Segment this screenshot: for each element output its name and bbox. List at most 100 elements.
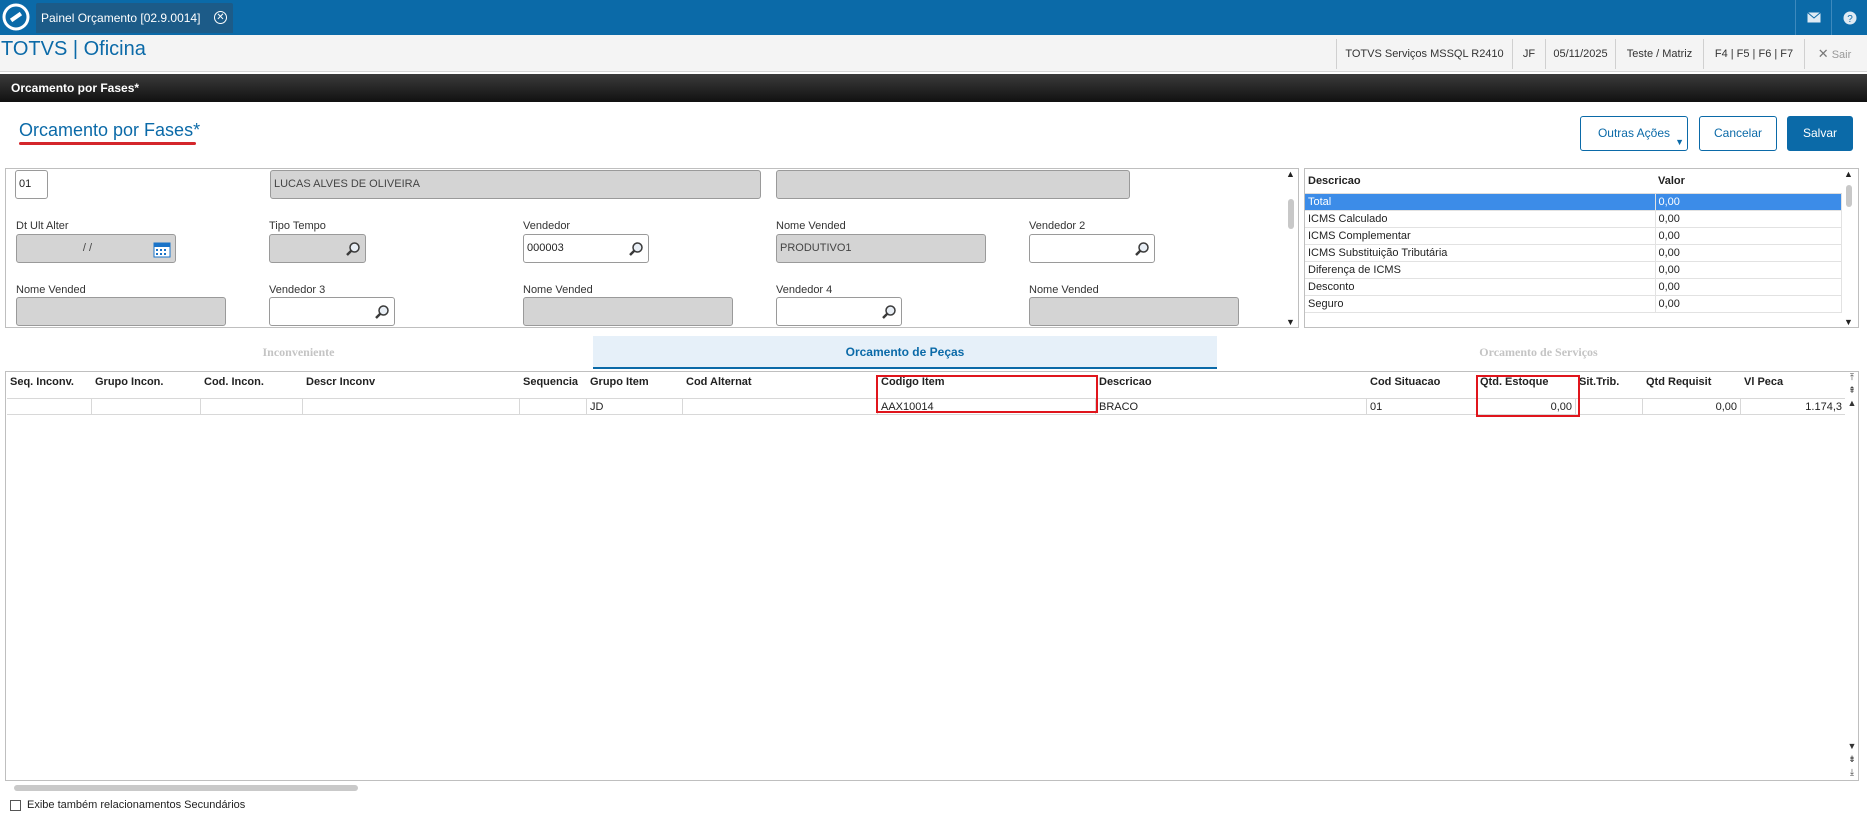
tab-inconveniente[interactable]: Inconveniente [5, 336, 592, 369]
table-row-cell[interactable]: 1.174,3 [1741, 398, 1845, 415]
scroll-thumb[interactable] [1288, 199, 1294, 229]
col-descr-inconv[interactable]: Descr Inconv [306, 376, 375, 388]
table-row-cell[interactable] [303, 398, 520, 415]
app-title: TOTVS | Oficina [1, 38, 146, 60]
table-row-cell[interactable]: JD [587, 398, 683, 415]
more-actions-button[interactable]: Outras Ações ▼ [1580, 116, 1688, 151]
exit-button[interactable]: ✕ Sair [1804, 39, 1864, 69]
vendedor2-field[interactable] [1029, 234, 1155, 263]
search-icon[interactable] [345, 241, 361, 257]
scroll-top-icon[interactable]: ⤒ [1845, 371, 1859, 384]
search-icon[interactable] [374, 304, 390, 320]
save-button[interactable]: Salvar [1787, 116, 1853, 151]
page-title: Orcamento por Fases* [19, 120, 201, 140]
vendedor3-field[interactable] [269, 297, 395, 326]
col-vl-peca[interactable]: Vl Peca [1744, 376, 1783, 388]
col-descricao[interactable]: Descricao [1099, 376, 1152, 388]
col-cod-incon[interactable]: Cod. Incon. [204, 376, 264, 388]
grid-scrollbar[interactable]: ⤒ ⇞ ▲ ▼ ⇟ ⤓ [1845, 371, 1859, 781]
more-actions-label: Outras Ações [1597, 126, 1671, 140]
cell-value: 0,00 [1655, 261, 1842, 279]
scroll-page-up-icon[interactable]: ⇞ [1845, 384, 1859, 397]
table-row-cell[interactable] [520, 398, 587, 415]
scroll-up-icon[interactable]: ▲ [1286, 169, 1295, 179]
search-icon[interactable] [628, 241, 644, 257]
table-row-cell[interactable] [201, 398, 303, 415]
scroll-bottom-icon[interactable]: ⤓ [1845, 766, 1859, 779]
cell-desc: Desconto [1305, 278, 1656, 296]
app-header: TOTVS | Oficina TOTVS Serviços MSSQL R24… [0, 35, 1867, 72]
vendedor4-field[interactable] [776, 297, 902, 326]
calendar-icon[interactable] [153, 240, 171, 258]
tab-painel-orcamento[interactable]: Painel Orçamento [02.9.0014] ✕ [36, 3, 233, 33]
breadcrumb: Orcamento por Fases* [0, 74, 1867, 102]
col-cod-alternat[interactable]: Cod Alternat [686, 376, 752, 388]
nome-vended-label: Nome Vended [776, 220, 846, 232]
scroll-down-icon[interactable]: ▼ [1844, 317, 1853, 327]
totvs-logo-icon[interactable] [2, 3, 30, 31]
mail-icon[interactable] [1795, 0, 1831, 35]
table-row[interactable]: Diferença de ICMS 0,00 [1305, 261, 1842, 279]
dt-ult-alter-label: Dt Ult Alter [16, 220, 69, 232]
search-icon[interactable] [881, 304, 897, 320]
col-sit-trib[interactable]: Sit.Trib. [1579, 376, 1619, 388]
cancel-button[interactable]: Cancelar [1699, 116, 1777, 151]
scroll-down-icon[interactable]: ▼ [1845, 740, 1859, 753]
tab-bar: Inconveniente Orcamento de Peças Orcamen… [5, 336, 1859, 369]
vendedor-value: 000003 [527, 242, 564, 254]
tab-orcamento-servicos[interactable]: Orcamento de Serviços [1218, 336, 1859, 369]
secondary-relations-checkbox[interactable] [10, 800, 21, 811]
nome-vended4-field [1029, 297, 1239, 326]
table-row-cell[interactable]: 01 [1367, 398, 1477, 415]
help-icon[interactable]: ? [1831, 0, 1867, 35]
vendedor-field[interactable]: 000003 [523, 234, 649, 263]
table-row-cell[interactable]: BRACO [1096, 398, 1367, 415]
search-icon[interactable] [1134, 241, 1150, 257]
table-row[interactable]: Desconto 0,00 [1305, 278, 1842, 296]
scroll-thumb[interactable] [1846, 185, 1852, 207]
col-sequencia[interactable]: Sequencia [523, 376, 578, 388]
col-qtd-requisit[interactable]: Qtd Requisit [1646, 376, 1711, 388]
scroll-down-icon[interactable]: ▼ [1286, 317, 1295, 327]
table-row-cell[interactable]: 0,00 [1643, 398, 1741, 415]
tab-orcamento-pecas[interactable]: Orcamento de Peças [593, 336, 1217, 369]
table-row[interactable]: ICMS Substituição Tributária 0,00 [1305, 244, 1842, 262]
vendedor4-label: Vendedor 4 [776, 284, 833, 296]
chevron-down-icon: ▼ [1675, 137, 1684, 147]
date-label: 05/11/2025 [1545, 39, 1615, 69]
scroll-track[interactable] [1845, 410, 1859, 740]
table-row-cell[interactable] [683, 398, 878, 415]
cell-desc: ICMS Calculado [1305, 210, 1656, 228]
table-row[interactable]: Seguro 0,00 [1305, 295, 1842, 313]
table-row-cell[interactable] [92, 398, 201, 415]
col-grupo-incon[interactable]: Grupo Incon. [95, 376, 163, 388]
table-row-cell[interactable] [7, 398, 92, 415]
nome-vended4-label: Nome Vended [1029, 284, 1099, 296]
values-scrollbar[interactable]: ▲ ▼ [1842, 169, 1858, 327]
branch-label[interactable]: Teste / Matriz [1615, 39, 1703, 69]
scroll-up-icon[interactable]: ▲ [1844, 169, 1853, 179]
table-row[interactable]: Total 0,00 [1305, 193, 1842, 211]
user-label: JF [1512, 39, 1545, 69]
dt-ult-alter-value: / / [82, 242, 93, 254]
table-row[interactable]: ICMS Complementar 0,00 [1305, 227, 1842, 245]
scroll-page-down-icon[interactable]: ⇟ [1845, 753, 1859, 766]
scroll-up-icon[interactable]: ▲ [1845, 397, 1859, 410]
nome-vended3-label: Nome Vended [523, 284, 593, 296]
col-grupo-item[interactable]: Grupo Item [590, 376, 649, 388]
exit-icon: ✕ [1817, 46, 1829, 61]
col-seq-inconv[interactable]: Seq. Inconv. [10, 376, 74, 388]
nome-vended-field: PRODUTIVO1 [776, 234, 986, 263]
client-name-field: LUCAS ALVES DE OLIVEIRA [270, 170, 761, 199]
cell-value: 0,00 [1655, 210, 1842, 228]
cell-value: 0,00 [1655, 227, 1842, 245]
col-cod-situacao[interactable]: Cod Situacao [1370, 376, 1440, 388]
form-scrollbar[interactable]: ▲ ▼ [1284, 169, 1298, 327]
close-tab-icon[interactable]: ✕ [214, 11, 227, 24]
table-row-cell[interactable] [1576, 398, 1643, 415]
environment-label: TOTVS Serviços MSSQL R2410 [1336, 39, 1512, 69]
table-row[interactable]: ICMS Calculado 0,00 [1305, 210, 1842, 228]
horizontal-scroll-thumb[interactable] [14, 785, 358, 791]
cell-value: 0,00 [1655, 193, 1842, 211]
code-field[interactable]: 01 [15, 170, 48, 199]
